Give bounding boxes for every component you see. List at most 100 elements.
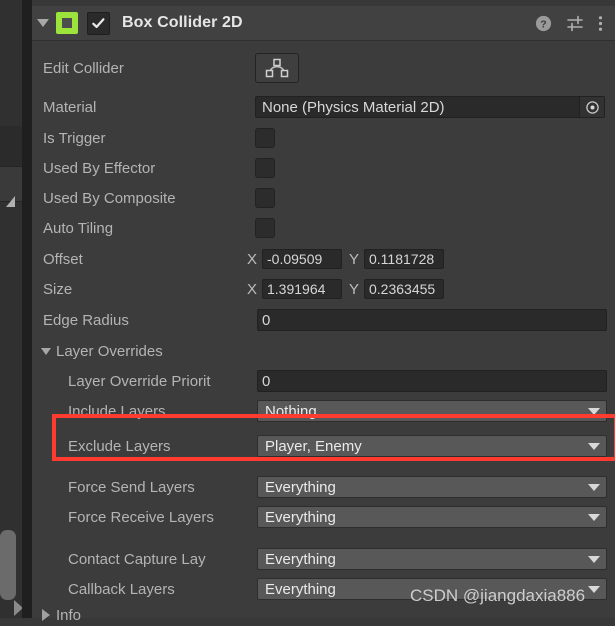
chevron-down-icon bbox=[588, 407, 600, 415]
header-icon-group: ? bbox=[535, 15, 615, 32]
component-enabled-checkbox[interactable] bbox=[87, 11, 110, 35]
force-send-layers-label: Force Send Layers bbox=[68, 478, 195, 496]
background-foldout-icon bbox=[6, 196, 15, 207]
edit-collider-button[interactable] bbox=[255, 53, 299, 83]
force-send-layers-dropdown[interactable]: Everything bbox=[257, 476, 607, 498]
is-trigger-checkbox[interactable] bbox=[255, 128, 275, 148]
include-layers-dropdown[interactable]: Nothing bbox=[257, 400, 607, 422]
component-title: Box Collider 2D bbox=[122, 14, 243, 31]
auto-tiling-row: Auto Tiling bbox=[32, 213, 615, 243]
force-send-layers-chevron bbox=[582, 483, 606, 491]
is-trigger-row: Is Trigger bbox=[32, 123, 615, 153]
chevron-right-icon bbox=[42, 609, 50, 621]
auto-tiling-label: Auto Tiling bbox=[43, 219, 114, 237]
layer-override-priority-label: Layer Override Priorit bbox=[68, 372, 211, 390]
edit-collider-icon bbox=[265, 58, 289, 78]
exclude-layers-row: Exclude Layers Player, Enemy bbox=[32, 431, 615, 461]
contact-capture-layers-dropdown[interactable]: Everything bbox=[257, 548, 607, 570]
layer-overrides-label: Layer Overrides bbox=[56, 342, 163, 360]
is-trigger-label: Is Trigger bbox=[43, 129, 106, 147]
offset-x-input[interactable]: -0.09509 bbox=[262, 249, 342, 269]
info-foldout[interactable]: Info bbox=[32, 604, 615, 626]
include-layers-chevron bbox=[582, 407, 606, 415]
exclude-layers-chevron bbox=[582, 442, 606, 450]
edit-collider-row: Edit Collider bbox=[32, 50, 615, 86]
force-send-layers-row: Force Send Layers Everything bbox=[32, 472, 615, 502]
size-x-axis-label: X bbox=[246, 280, 257, 298]
offset-x-axis-label: X bbox=[246, 250, 257, 268]
inspector-window: Box Collider 2D ? Edit Collider Material… bbox=[0, 0, 615, 624]
edge-radius-row: Edge Radius 0 bbox=[32, 305, 615, 335]
info-label: Info bbox=[56, 606, 82, 624]
force-receive-layers-row: Force Receive Layers Everything bbox=[32, 502, 615, 532]
force-receive-layers-dropdown[interactable]: Everything bbox=[257, 506, 607, 528]
chevron-down-icon bbox=[588, 555, 600, 563]
size-y-axis-label: Y bbox=[348, 280, 359, 298]
chevron-down-icon bbox=[588, 442, 600, 450]
component-header[interactable]: Box Collider 2D ? bbox=[32, 6, 615, 41]
material-row: Material None (Physics Material 2D) bbox=[32, 92, 615, 122]
background-panel-selected bbox=[0, 126, 22, 166]
edit-collider-label: Edit Collider bbox=[43, 59, 124, 77]
vertical-scrollbar[interactable] bbox=[0, 530, 16, 600]
exclude-layers-label: Exclude Layers bbox=[68, 437, 171, 455]
edge-radius-input[interactable]: 0 bbox=[257, 309, 607, 331]
offset-y-axis-label: Y bbox=[348, 250, 359, 268]
chevron-down-icon bbox=[588, 513, 600, 521]
preset-icon[interactable] bbox=[566, 15, 584, 32]
offset-label: Offset bbox=[43, 250, 83, 268]
layer-override-priority-input[interactable]: 0 bbox=[257, 370, 607, 392]
contact-capture-layers-chevron bbox=[582, 555, 606, 563]
include-layers-label: Include Layers bbox=[68, 402, 166, 420]
material-object-field[interactable]: None (Physics Material 2D) bbox=[255, 96, 605, 118]
chevron-down-icon bbox=[41, 347, 51, 355]
layer-overrides-foldout[interactable]: Layer Overrides bbox=[32, 338, 615, 364]
force-receive-layers-chevron bbox=[582, 513, 606, 521]
exclude-layers-value: Player, Enemy bbox=[265, 437, 362, 455]
used-by-composite-label: Used By Composite bbox=[43, 189, 176, 207]
size-x-input[interactable]: 1.391964 bbox=[262, 279, 342, 299]
size-row: Size X 1.391964 Y 0.2363455 bbox=[32, 274, 615, 304]
background-panel-strip bbox=[0, 0, 22, 618]
used-by-effector-row: Used By Effector bbox=[32, 153, 615, 183]
offset-row: Offset X -0.09509 Y 0.1181728 bbox=[32, 244, 615, 274]
offset-y-input[interactable]: 0.1181728 bbox=[364, 249, 444, 269]
chevron-down-icon bbox=[37, 19, 49, 27]
used-by-composite-checkbox[interactable] bbox=[255, 188, 275, 208]
box-collider-2d-inspector: Box Collider 2D ? Edit Collider Material… bbox=[32, 6, 615, 624]
used-by-effector-label: Used By Effector bbox=[43, 159, 156, 177]
auto-tiling-checkbox[interactable] bbox=[255, 218, 275, 238]
contact-capture-layers-value: Everything bbox=[265, 550, 336, 568]
size-y-input[interactable]: 0.2363455 bbox=[364, 279, 444, 299]
box-collider-2d-icon bbox=[56, 12, 78, 34]
force-receive-layers-value: Everything bbox=[265, 508, 336, 526]
more-menu-icon[interactable] bbox=[598, 15, 603, 32]
watermark-text: CSDN @jiangdaxia886 bbox=[410, 586, 586, 605]
help-icon[interactable]: ? bbox=[535, 15, 552, 32]
layer-overrides-foldout-toggle[interactable] bbox=[36, 347, 56, 355]
callback-layers-label: Callback Layers bbox=[68, 580, 175, 598]
checkmark-icon bbox=[92, 17, 105, 28]
panel-divider bbox=[22, 0, 32, 618]
chevron-down-icon bbox=[588, 483, 600, 491]
material-value: None (Physics Material 2D) bbox=[262, 98, 445, 116]
used-by-effector-checkbox[interactable] bbox=[255, 158, 275, 178]
force-send-layers-value: Everything bbox=[265, 478, 336, 496]
contact-capture-layers-label: Contact Capture Lay bbox=[68, 550, 206, 568]
material-object-picker-button[interactable] bbox=[579, 97, 604, 117]
used-by-composite-row: Used By Composite bbox=[32, 183, 615, 213]
edge-radius-label: Edge Radius bbox=[43, 311, 129, 329]
object-picker-icon bbox=[585, 100, 599, 114]
exclude-layers-dropdown[interactable]: Player, Enemy bbox=[257, 435, 607, 457]
component-foldout-toggle[interactable] bbox=[32, 6, 54, 40]
layer-override-priority-row: Layer Override Priorit 0 bbox=[32, 366, 615, 396]
svg-text:?: ? bbox=[540, 18, 546, 30]
force-receive-layers-label: Force Receive Layers bbox=[68, 508, 214, 526]
callback-layers-chevron bbox=[582, 585, 606, 593]
material-label: Material bbox=[43, 98, 97, 116]
size-label: Size bbox=[43, 280, 73, 298]
include-layers-value: Nothing bbox=[265, 402, 317, 420]
chevron-down-icon bbox=[588, 585, 600, 593]
contact-capture-layers-row: Contact Capture Lay Everything bbox=[32, 544, 615, 574]
info-foldout-toggle[interactable] bbox=[36, 609, 56, 621]
